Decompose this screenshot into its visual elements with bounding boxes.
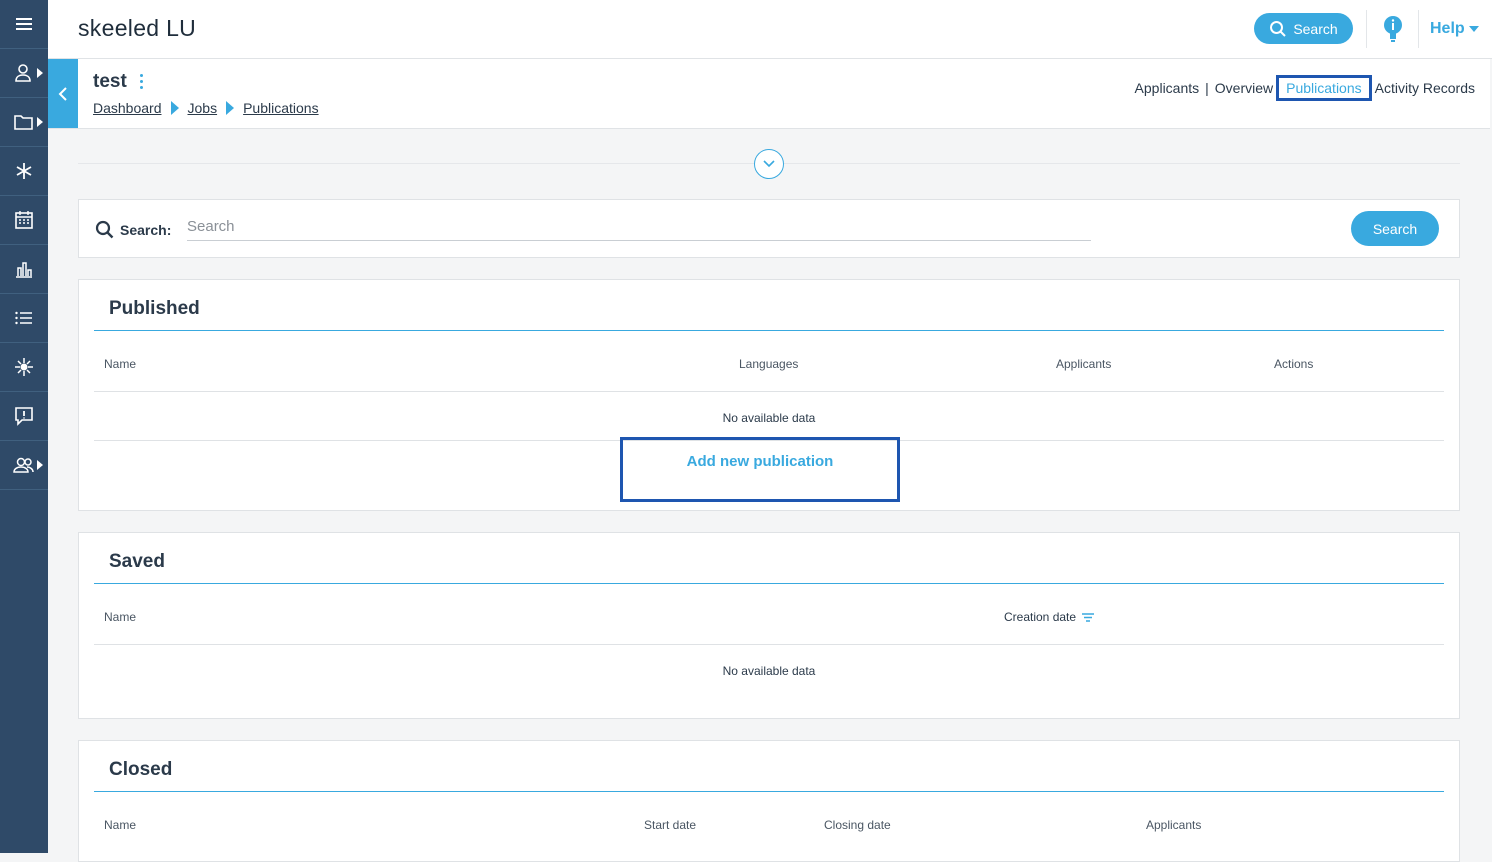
expand-toggle-button[interactable] [754,149,784,179]
search-icon [1270,20,1287,37]
breadcrumb-arrow-icon [226,101,235,115]
empty-state-text: No available data [722,664,816,678]
help-menu[interactable]: Help [1430,20,1479,38]
job-title: test [93,71,127,92]
divider [1366,10,1367,48]
search-label-text: Search: [120,221,172,238]
empty-state-text: No available data [722,411,816,425]
tab-applicants[interactable]: Applicants [1135,80,1200,96]
column-header-creation-date[interactable]: Creation date [1004,610,1095,624]
list-icon [15,311,32,325]
search-label: Search: [95,220,171,239]
sidebar-item-jobs[interactable] [0,98,48,147]
chevron-right-icon [37,68,43,78]
menu-icon [16,18,32,30]
breadcrumb-publications[interactable]: Publications [243,100,319,116]
column-header-name[interactable]: Name [104,610,136,624]
brand-name: skeeled LU [78,15,197,41]
job-header: test Dashboard Jobs Publications Applica… [48,59,1490,129]
breadcrumb-arrow-icon [170,101,179,115]
add-new-publication-label: Add new publication [686,453,834,470]
column-header-creation-date-label: Creation date [1004,610,1077,624]
menu-button[interactable] [0,0,48,49]
chevron-down-icon [763,160,775,168]
calendar-icon [15,211,33,229]
asterisk-icon [16,163,32,179]
tab-overview[interactable]: Overview [1215,80,1273,96]
search-button[interactable]: Search [1351,211,1439,246]
network-icon [15,358,33,376]
sidebar-item-network[interactable] [0,343,48,392]
feedback-icon [15,407,33,426]
sidebar-item-candidates[interactable] [0,49,48,98]
column-header-applicants[interactable]: Applicants [1056,357,1111,371]
user-icon [15,64,31,82]
sidebar-item-teams[interactable] [0,441,48,490]
sidebar-item-calendar[interactable] [0,196,48,245]
search-icon [95,220,114,239]
section-divider [94,583,1444,584]
chevron-right-icon [37,117,43,127]
tab-activity-records[interactable]: Activity Records [1375,80,1475,96]
table-divider [94,391,1444,392]
saved-title: Saved [109,551,165,572]
add-new-publication-button[interactable]: Add new publication [620,437,900,502]
users-group-icon [13,457,34,473]
job-tabs: Applicants | Overview Publications Activ… [1135,75,1475,101]
sidebar-item-lists[interactable] [0,294,48,343]
global-search-button[interactable]: Search [1254,13,1353,44]
divider [1418,10,1419,48]
sidebar-item-reports[interactable] [0,245,48,294]
global-search-label: Search [1293,20,1338,37]
lightbulb-icon[interactable] [1382,14,1404,44]
column-header-languages[interactable]: Languages [739,357,798,371]
sort-icon [1082,613,1095,622]
breadcrumb-jobs[interactable]: Jobs [188,100,218,116]
column-header-name[interactable]: Name [104,357,136,371]
tab-publications[interactable]: Publications [1276,75,1372,101]
search-input[interactable] [187,212,1091,241]
search-panel: Search: Search [78,199,1460,258]
bar-chart-icon [16,262,32,278]
saved-panel: Saved Name Creation date No available da… [78,532,1460,719]
published-title: Published [109,298,200,319]
published-panel: Published Name Languages Applicants Acti… [78,279,1460,511]
sidebar-item-feedback[interactable] [0,392,48,441]
sidebar-item-asterisk[interactable] [0,147,48,196]
help-label: Help [1430,20,1465,37]
column-header-closing-date[interactable]: Closing date [824,818,891,832]
top-bar: skeeled LU Search Help [48,0,1492,59]
kebab-menu-icon[interactable] [140,74,144,90]
column-header-applicants[interactable]: Applicants [1146,818,1201,832]
folder-icon [14,115,33,130]
closed-title: Closed [109,759,173,780]
closed-panel: Closed Name Start date Closing date Appl… [78,740,1460,862]
column-header-start-date[interactable]: Start date [644,818,696,832]
chevron-left-icon [58,86,67,101]
caret-down-icon [1468,25,1479,32]
chevron-right-icon [37,460,43,470]
breadcrumb: Dashboard Jobs Publications [93,100,319,116]
column-header-actions: Actions [1274,357,1314,371]
back-button[interactable] [48,59,78,128]
section-divider [94,791,1444,792]
column-header-name[interactable]: Name [104,818,136,832]
sidebar [0,0,48,853]
tab-separator: | [1205,80,1209,96]
section-divider [94,330,1444,331]
breadcrumb-dashboard[interactable]: Dashboard [93,100,162,116]
table-divider [94,644,1444,645]
